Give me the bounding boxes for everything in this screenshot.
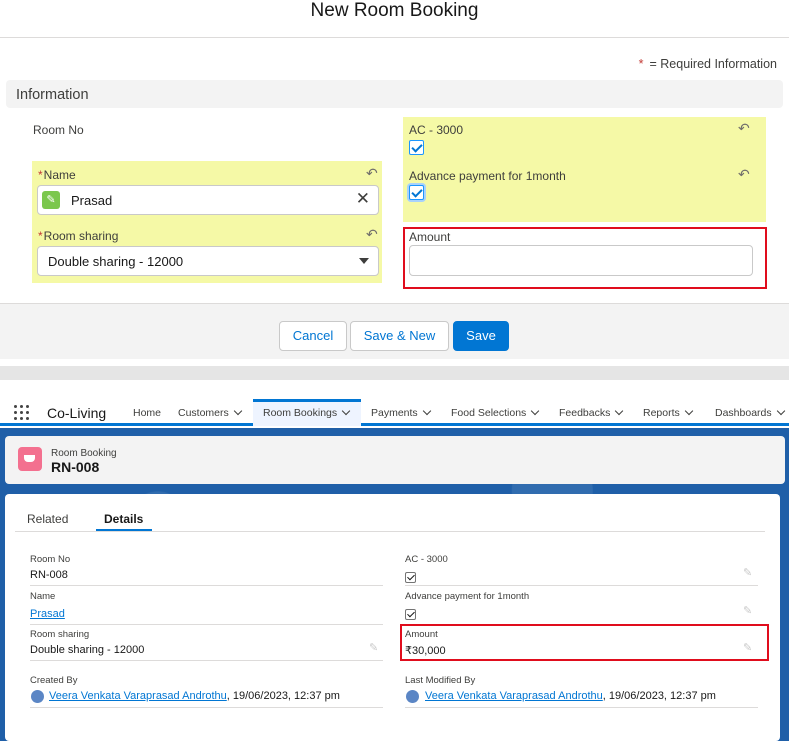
nav-item-label: Room Bookings <box>263 407 338 419</box>
leaf-icon: ✎ <box>42 191 60 209</box>
room-sharing-select[interactable]: Double sharing - 12000 <box>37 246 379 276</box>
modal-title: New Room Booking <box>310 0 479 21</box>
nav-item-dashboards[interactable]: Dashboards <box>715 406 785 419</box>
room-no-value: RN-008 <box>30 569 68 581</box>
cancel-button[interactable]: Cancel <box>279 321 347 351</box>
chevron-down-icon[interactable] <box>422 406 431 416</box>
chevron-down-icon[interactable] <box>531 406 540 416</box>
room-sharing-value: Double sharing - 12000 <box>48 254 184 269</box>
screenshot-divider <box>0 366 789 380</box>
room-sharing-label: *Room sharing <box>38 229 118 243</box>
required-star: * <box>638 57 644 71</box>
active-tab-indicator <box>96 529 152 531</box>
record-name: RN-008 <box>51 459 100 475</box>
field-divider <box>30 585 383 586</box>
nav-item-label: Reports <box>643 407 680 419</box>
created-by-user-link[interactable]: Veera Venkata Varaprasad Androthu <box>49 690 227 702</box>
section-information[interactable]: Information <box>6 80 783 108</box>
chevron-down-icon[interactable] <box>776 406 785 416</box>
required-star: * <box>38 229 43 243</box>
divider <box>0 37 789 38</box>
field-divider <box>30 660 383 661</box>
name-lookup-value: Prasad <box>71 193 113 208</box>
room-no-label: Room No <box>30 554 71 565</box>
chevron-down-icon <box>359 258 369 264</box>
save-new-button[interactable]: Save & New <box>350 321 449 351</box>
created-by-value: Veera Venkata Varaprasad Androthu, 19/06… <box>49 690 340 702</box>
room-booking-icon <box>18 447 42 471</box>
record-header <box>5 436 785 484</box>
chevron-down-icon[interactable] <box>684 406 694 416</box>
required-info-note: * = Required Information <box>639 57 777 71</box>
name-link[interactable]: Prasad <box>30 608 65 620</box>
edit-pencil-icon[interactable]: ✎ <box>743 604 752 617</box>
nav-item-label: Feedbacks <box>559 407 611 419</box>
app-name: Co-Living <box>47 405 107 421</box>
last-modified-by-label: Last Modified By <box>405 675 476 686</box>
ac-checkbox <box>405 572 416 583</box>
required-star: * <box>38 168 43 182</box>
advance-payment-label: Advance payment for 1month <box>405 591 530 602</box>
annotation-box <box>403 227 767 289</box>
chevron-down-icon[interactable] <box>615 406 624 416</box>
required-note-text: = Required Information <box>649 57 777 71</box>
edit-pencil-icon[interactable]: ✎ <box>743 566 752 579</box>
chevron-down-icon[interactable] <box>341 406 351 416</box>
user-avatar-icon <box>31 690 44 703</box>
undo-icon[interactable]: ↶ <box>738 166 750 183</box>
save-button[interactable]: Save <box>453 321 509 351</box>
last-modified-by-user-link[interactable]: Veera Venkata Varaprasad Androthu <box>425 690 603 702</box>
tabs-divider <box>15 531 765 532</box>
nav-item-feedbacks[interactable]: Feedbacks <box>559 406 624 419</box>
name-label-text: Name <box>43 168 76 182</box>
field-divider <box>30 707 383 708</box>
undo-icon[interactable]: ↶ <box>738 120 750 137</box>
created-by-label: Created By <box>30 675 78 686</box>
last-modified-by-value: Veera Venkata Varaprasad Androthu, 19/06… <box>425 690 716 702</box>
undo-icon[interactable]: ↶ <box>366 226 378 243</box>
app-launcher-icon[interactable] <box>14 405 30 421</box>
nav-item-room-bookings[interactable]: Room Bookings <box>263 406 351 419</box>
nav-item-payments[interactable]: Payments <box>371 406 431 419</box>
record-type: Room Booking <box>51 448 117 459</box>
created-by-date: , 19/06/2023, 12:37 pm <box>226 690 340 702</box>
field-divider <box>30 624 383 625</box>
name-label: *Name <box>38 168 76 182</box>
nav-item-label: Home <box>133 407 162 419</box>
ac-label: AC - 3000 <box>409 123 464 137</box>
advance-payment-checkbox[interactable] <box>409 185 424 200</box>
nav-item-label: Payments <box>371 407 418 419</box>
user-avatar-icon <box>406 690 419 703</box>
room-sharing-value: Double sharing - 12000 <box>30 644 145 656</box>
nav-item-label: Customers <box>178 407 229 419</box>
room-no-label: Room No <box>33 123 84 137</box>
name-label: Name <box>30 591 56 602</box>
field-divider <box>405 707 758 708</box>
last-modified-by-date: , 19/06/2023, 12:37 pm <box>602 690 716 702</box>
advance-payment-label: Advance payment for 1month <box>409 169 566 183</box>
name-lookup-field[interactable]: ✎ Prasad ✕ <box>37 185 379 215</box>
tab-related[interactable]: Related <box>27 512 68 526</box>
nav-item-label: Food Selections <box>451 407 527 419</box>
advance-payment-checkbox <box>405 609 416 620</box>
edit-pencil-icon[interactable]: ✎ <box>369 641 378 654</box>
undo-icon[interactable]: ↶ <box>366 165 378 182</box>
room-sharing-label-text: Room sharing <box>43 229 119 243</box>
clear-icon[interactable]: ✕ <box>356 189 370 209</box>
nav-item-label: Dashboards <box>715 407 772 419</box>
nav-item-reports[interactable]: Reports <box>643 406 694 419</box>
field-divider <box>405 585 758 586</box>
nav-item-home[interactable]: Home <box>133 407 161 419</box>
nav-item-customers[interactable]: Customers <box>178 406 243 419</box>
ac-checkbox[interactable] <box>409 140 424 155</box>
ac-label: AC - 3000 <box>405 554 448 565</box>
room-sharing-label: Room sharing <box>30 629 90 640</box>
tab-details[interactable]: Details <box>104 512 143 526</box>
nav-item-food-selections[interactable]: Food Selections <box>451 406 540 419</box>
annotation-box <box>400 624 769 661</box>
chevron-down-icon[interactable] <box>233 406 243 416</box>
